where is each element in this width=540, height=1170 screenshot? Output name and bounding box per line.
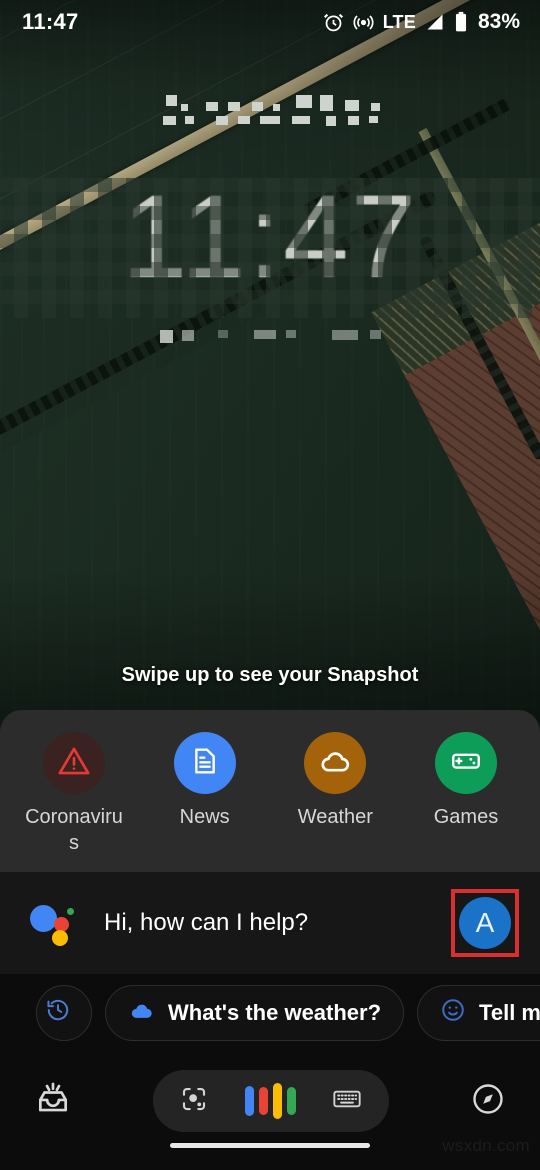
shortcut-news[interactable]: News (145, 732, 265, 856)
shortcut-panel: Coronavirus News Weather Games (0, 710, 540, 872)
chip-label: What's the weather? (168, 1000, 382, 1025)
phone-screen: 11:47 LTE 83% 11:47 Swipe up to see your… (0, 0, 540, 1170)
chip-weather[interactable]: What's the weather? (105, 985, 405, 1041)
home-indicator[interactable] (170, 1143, 370, 1148)
lock-screen-clock-area: 11:47 (0, 95, 540, 343)
lock-screen-clock: 11:47 (121, 171, 419, 303)
alarm-icon (323, 12, 344, 33)
swipe-up-hint[interactable]: Swipe up to see your Snapshot (0, 664, 540, 687)
chip-tell-me[interactable]: Tell me (417, 985, 540, 1041)
suggestion-chip-row: What's the weather? Tell me (0, 982, 540, 1044)
shortcut-games[interactable]: Games (406, 732, 526, 856)
status-bar-clock: 11:47 (22, 9, 79, 34)
shortcut-label: News (179, 806, 230, 828)
avatar[interactable]: A (459, 897, 511, 949)
games-icon-circle[interactable] (434, 732, 497, 794)
mic-bar-green (286, 1087, 296, 1115)
news-icon-circle[interactable] (173, 732, 236, 794)
history-icon (45, 997, 71, 1029)
google-lens-icon[interactable] (179, 1084, 209, 1119)
weather-icon-circle[interactable] (304, 732, 367, 794)
obscured-date-line-upper (6, 95, 540, 111)
assistant-input-pill[interactable] (153, 1070, 389, 1132)
assistant-dot-yellow (52, 930, 68, 946)
assistant-dot-blue (30, 905, 57, 932)
assistant-greeting-row: Hi, how can I help? A (0, 872, 540, 974)
assistant-greeting-text: Hi, how can I help? (104, 909, 309, 936)
assistant-bottom-bar (0, 1062, 540, 1140)
account-avatar-button[interactable]: A (451, 889, 519, 957)
status-bar: 11:47 LTE 83% (0, 0, 540, 44)
chip-history[interactable] (36, 985, 92, 1041)
keyboard-icon[interactable] (331, 1083, 363, 1120)
shortcut-label: Coronavirus (25, 806, 123, 854)
google-assistant-dots-icon (30, 900, 76, 946)
shortcut-coronavirus[interactable]: Coronavirus (14, 732, 134, 856)
chip-label: Tell me (479, 1000, 540, 1025)
mic-bar-yellow (272, 1083, 282, 1119)
battery-icon (454, 11, 468, 33)
cloud-icon (128, 997, 155, 1030)
shortcut-label: Weather (297, 806, 373, 828)
signal-icon (425, 12, 445, 32)
status-bar-icons: LTE 83% (323, 10, 520, 34)
site-watermark: wsxdn.com (442, 1136, 530, 1155)
shortcut-row: Coronavirus News Weather Games (0, 710, 540, 856)
smiley-icon (440, 997, 466, 1029)
explore-compass-icon[interactable] (470, 1081, 506, 1122)
shortcut-label: Games (433, 806, 499, 828)
gamepad-icon (449, 744, 483, 783)
warning-triangle-icon (57, 744, 91, 783)
shortcut-weather[interactable]: Weather (275, 732, 395, 856)
mic-bar-blue (244, 1086, 254, 1116)
snapshot-inbox-icon[interactable] (34, 1080, 72, 1123)
obscured-date-line-lower (0, 116, 540, 126)
coronavirus-icon-circle[interactable] (43, 732, 105, 794)
obscured-subtext-line (0, 330, 540, 343)
network-type-label: LTE (382, 11, 416, 32)
mic-bar-red (258, 1087, 268, 1115)
hotspot-icon (353, 12, 374, 33)
cloud-icon (318, 744, 352, 783)
google-mic-bars-icon[interactable] (244, 1083, 296, 1119)
battery-percentage: 83% (477, 10, 520, 33)
article-icon (189, 745, 221, 782)
assistant-dot-green (67, 908, 74, 915)
